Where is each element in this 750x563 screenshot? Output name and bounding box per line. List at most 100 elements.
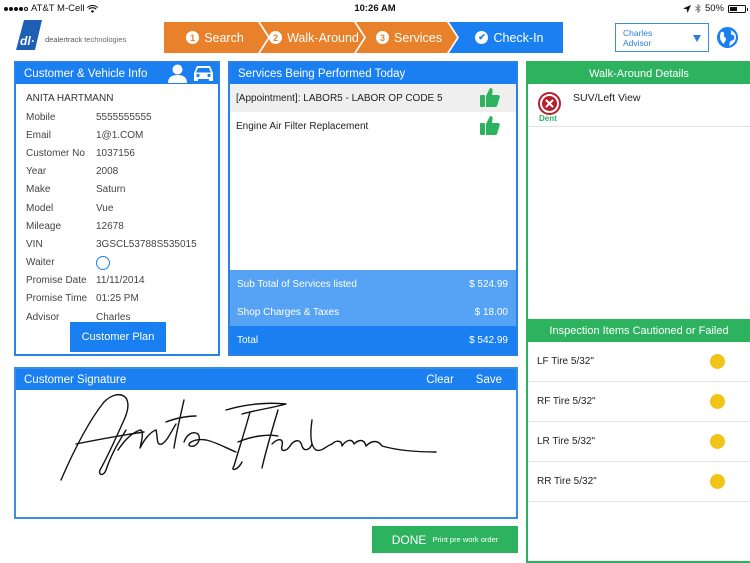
step-label: Check-In	[493, 30, 544, 45]
field-waiter: Waiter	[16, 254, 218, 272]
step-walk-around[interactable]: 2 Walk-Around	[264, 22, 364, 53]
inspection-list: LF Tire 5/32" RF Tire 5/32" LR Tire 5/32…	[528, 342, 750, 502]
field-label: Mobile	[26, 111, 56, 123]
signature-strokes	[60, 393, 437, 481]
caution-status-icon	[710, 354, 725, 369]
field-email: Email 1@1.COM	[16, 126, 218, 144]
waiter-radio[interactable]	[96, 255, 110, 270]
status-bar: AT&T M-Cell 10:26 AM 50%	[0, 0, 750, 16]
check-circle-icon: ✔	[475, 31, 489, 44]
field-label: Model	[26, 202, 54, 214]
walk-around-view: SUV/Left View	[573, 92, 641, 104]
clock: 10:26 AM	[354, 3, 396, 14]
total-value: $ 542.99	[469, 334, 508, 346]
dealertrack-logo-icon: dl·	[16, 20, 42, 50]
service-row[interactable]: [Appointment]: LABOR5 - LABOR OP CODE 5	[230, 84, 516, 112]
thumbs-up-icon[interactable]	[480, 87, 500, 107]
service-name: Engine Air Filter Replacement	[236, 120, 369, 132]
step-number-badge: 3	[376, 31, 390, 44]
caution-status-icon	[710, 434, 725, 449]
battery-level-fill	[730, 6, 737, 11]
svg-text:dl·: dl·	[20, 34, 35, 48]
field-value: 1037156	[96, 147, 135, 159]
walk-around-panel: Walk-Around Details Dent SUV/Left View I…	[526, 61, 750, 563]
damage-x-icon	[538, 92, 561, 115]
caution-status-icon	[710, 474, 725, 489]
done-sublabel: Print pre work order	[432, 535, 499, 544]
customer-fields: Mobile 5555555555 Email 1@1.COM Customer N…	[16, 108, 218, 326]
signature-header: Customer Signature Clear Save	[16, 369, 516, 390]
field-label: Year	[26, 166, 47, 178]
service-totals: Sub Total of Services listed $ 524.99 Sh…	[230, 270, 516, 354]
person-icon[interactable]	[168, 64, 187, 83]
field-promise-time: Promise Time 01:25 PM	[16, 290, 218, 308]
services-panel: Services Being Performed Today [Appointm…	[228, 61, 518, 356]
field-promise-date: Promise Date 11/11/2014	[16, 272, 218, 290]
inspection-item[interactable]: LR Tire 5/32"	[528, 422, 750, 462]
field-label: Email	[26, 129, 52, 141]
field-label: Waiter	[26, 257, 55, 269]
field-value: 1@1.COM	[96, 129, 144, 141]
advisor-dropdown[interactable]: Charles Advisor	[615, 23, 709, 52]
customer-name: ANITA HARTMANN	[26, 93, 114, 104]
done-print-button[interactable]: DONE Print pre work order	[372, 526, 518, 553]
globe-icon[interactable]	[717, 27, 738, 48]
inspection-item[interactable]: RR Tire 5/32"	[528, 462, 750, 502]
subtotal-value: $ 524.99	[469, 278, 508, 290]
signature-stroke	[271, 439, 313, 452]
save-signature-button[interactable]: Save	[476, 374, 502, 386]
signature-stroke	[237, 434, 279, 443]
field-year: Year 2008	[16, 163, 218, 181]
field-value: 12678	[96, 220, 124, 232]
clear-signature-button[interactable]: Clear	[426, 374, 453, 386]
signature-stroke	[331, 439, 437, 453]
walk-around-item[interactable]: Dent SUV/Left View	[528, 84, 750, 127]
total-label: Total	[237, 334, 259, 346]
field-vin: VIN 3GSCL53788S535015	[16, 235, 218, 253]
logo-brand: dealertrack	[45, 35, 83, 44]
services-panel-header: Services Being Performed Today	[230, 63, 516, 84]
field-mileage: Mileage 12678	[16, 217, 218, 235]
field-value: 3GSCL53788S535015	[96, 238, 197, 250]
dealertrack-logo: dl· dealertrack technologies	[16, 20, 126, 50]
field-label: VIN	[26, 238, 43, 250]
bluetooth-icon	[695, 4, 701, 13]
inspection-item[interactable]: RF Tire 5/32"	[528, 382, 750, 422]
signature-stroke	[165, 415, 197, 423]
inspection-item[interactable]: LF Tire 5/32"	[528, 342, 750, 382]
field-label: Customer No	[26, 147, 85, 159]
field-model: Model Vue	[16, 199, 218, 217]
panel-title: Customer Signature	[24, 373, 127, 386]
step-services[interactable]: 3 Services	[364, 22, 454, 53]
car-icon[interactable]	[193, 64, 214, 83]
thumbs-up-icon[interactable]	[480, 115, 500, 135]
shop-charges-value: $ 18.00	[474, 306, 508, 318]
step-label: Walk-Around	[287, 30, 359, 45]
damage-type: Dent	[539, 114, 557, 123]
signature-stroke	[261, 409, 279, 469]
field-label: Mileage	[26, 220, 62, 232]
subtotal-label: Sub Total of Services listed	[237, 278, 357, 290]
signature-canvas[interactable]	[16, 390, 516, 517]
signature-stroke	[155, 423, 177, 445]
field-make: Make Saturn	[16, 181, 218, 199]
panel-title: Services Being Performed Today	[238, 67, 406, 80]
panel-title: Customer & Vehicle Info	[24, 67, 148, 80]
step-number-badge: 1	[186, 31, 200, 44]
step-check-in[interactable]: ✔ Check-In	[456, 22, 563, 53]
customer-signature-panel: Customer Signature Clear Save	[14, 367, 518, 519]
field-value: Vue	[96, 202, 114, 214]
field-value: 5555555555	[96, 111, 152, 123]
field-value: Charles	[96, 311, 131, 323]
step-label: Services	[394, 30, 442, 45]
done-label: DONE	[391, 532, 427, 547]
customer-plan-button[interactable]: Customer Plan	[70, 322, 166, 352]
field-mobile: Mobile 5555555555	[16, 108, 218, 126]
battery-icon	[728, 4, 748, 13]
step-label: Search	[204, 30, 244, 45]
customer-vehicle-panel: Customer & Vehicle Info ANITA HARTMANN M…	[14, 61, 220, 356]
logo-suffix: technologies	[84, 35, 127, 44]
step-search[interactable]: 1 Search	[164, 22, 266, 53]
service-row[interactable]: Engine Air Filter Replacement	[230, 112, 516, 140]
field-label: Promise Time	[26, 293, 88, 305]
